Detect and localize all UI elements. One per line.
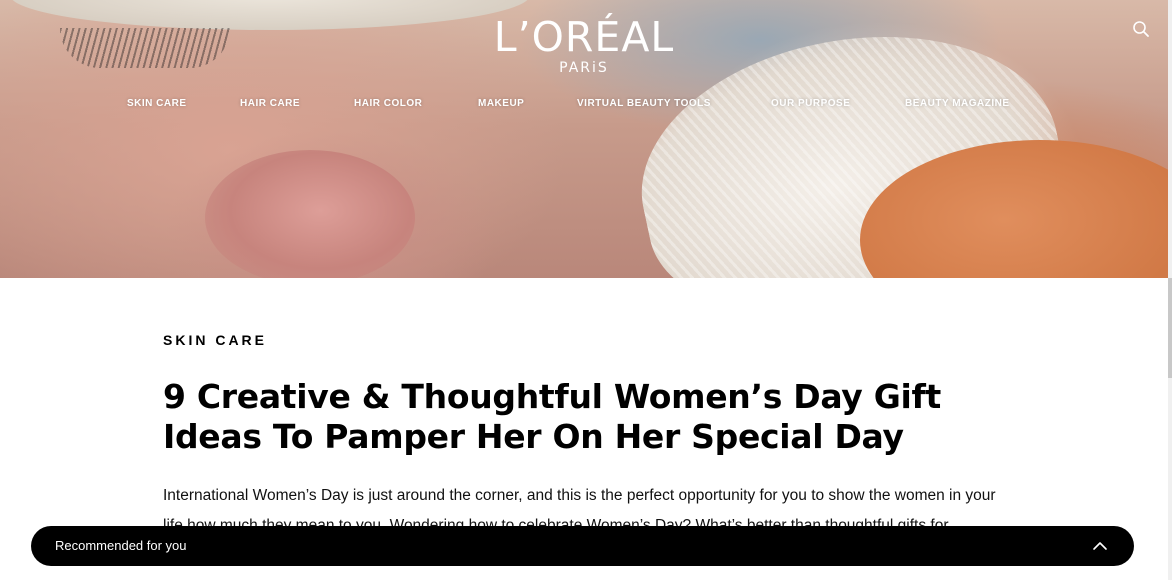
search-icon[interactable] bbox=[1132, 20, 1150, 38]
nav-item-beauty-magazine[interactable]: BEAUTY MAGAZINE bbox=[905, 98, 1010, 109]
nav-item-skin-care[interactable]: SKIN CARE bbox=[127, 98, 187, 109]
nav-item-hair-color[interactable]: HAIR COLOR bbox=[354, 98, 422, 109]
scrollbar-thumb[interactable] bbox=[1168, 278, 1172, 378]
article-category[interactable]: SKIN CARE bbox=[163, 332, 267, 348]
hero-nose-shape bbox=[205, 150, 415, 278]
brand-name: L’ORÉAL bbox=[493, 13, 675, 61]
article-title: 9 Creative & Thoughtful Women’s Day Gift… bbox=[163, 377, 942, 456]
nav-item-virtual-beauty-tools[interactable]: VIRTUAL BEAUTY TOOLS bbox=[577, 98, 711, 109]
chevron-up-icon[interactable] bbox=[1092, 539, 1108, 553]
brand-logo[interactable]: L’ORÉAL PARiS bbox=[0, 14, 1168, 76]
nav-item-hair-care[interactable]: HAIR CARE bbox=[240, 98, 300, 109]
nav-item-makeup[interactable]: MAKEUP bbox=[478, 98, 524, 109]
recommended-for-you-bar[interactable]: Recommended for you bbox=[31, 526, 1134, 566]
recommended-label: Recommended for you bbox=[55, 538, 187, 553]
brand-subtitle: PARiS bbox=[559, 60, 609, 76]
nav-item-our-purpose[interactable]: OUR PURPOSE bbox=[771, 98, 850, 109]
